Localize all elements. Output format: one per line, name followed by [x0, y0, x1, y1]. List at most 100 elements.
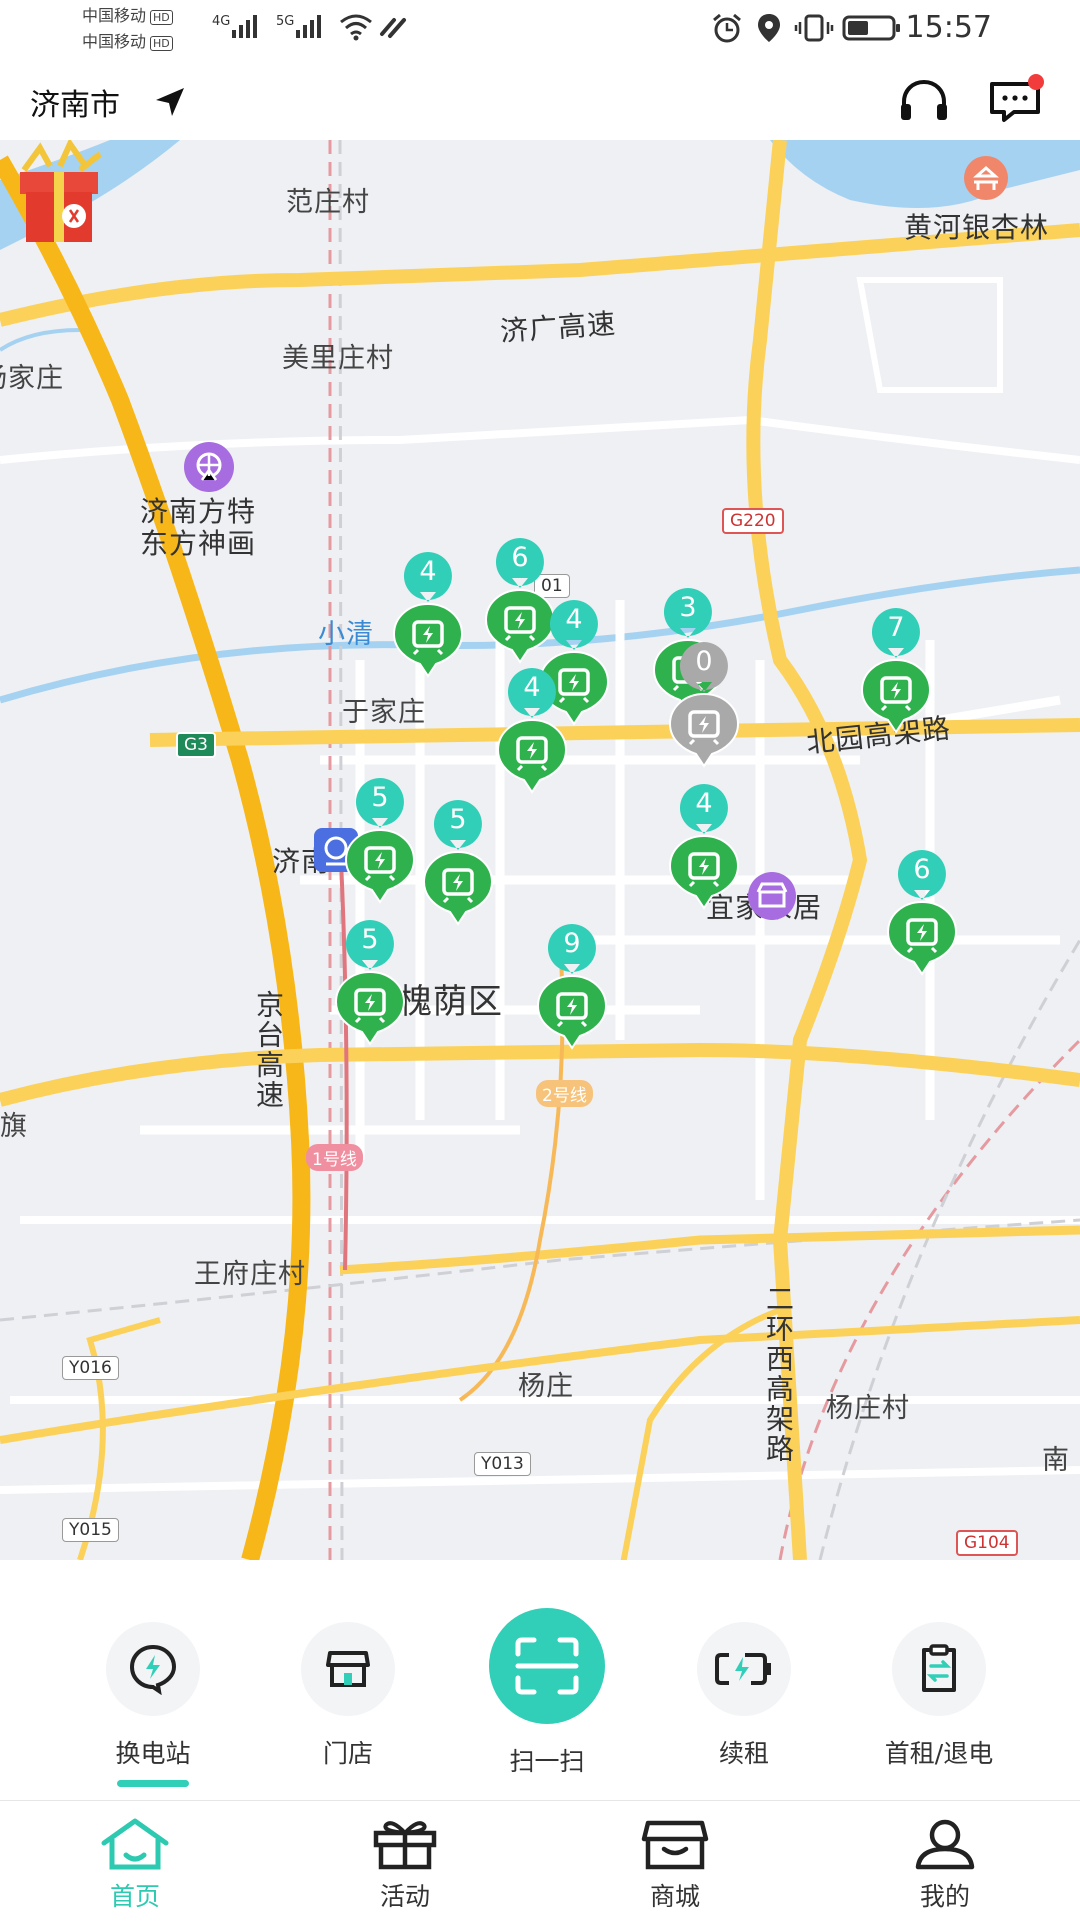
station-count: 4	[419, 556, 437, 587]
tab-mine[interactable]: 我的	[810, 1801, 1080, 1921]
station-count: 4	[565, 604, 583, 635]
station-count: 0	[695, 646, 713, 677]
scan-button[interactable]: 扫一扫	[472, 1608, 622, 1778]
amusement-park-poi-icon	[184, 442, 234, 492]
station-count: 4	[523, 672, 541, 703]
station-count: 6	[913, 854, 931, 885]
station-marker[interactable]: 4	[666, 782, 742, 912]
station-marker[interactable]: 5	[420, 798, 496, 928]
station-count-badge: 6	[490, 536, 550, 588]
message-icon[interactable]	[988, 74, 1048, 124]
map-view[interactable]: 范庄村 黄河银杏林 美里庄村 杨家庄 济广高速 济南方特 东方神画 小清 于家庄…	[0, 140, 1080, 1560]
map-label: 王府庄村	[194, 1259, 306, 1290]
location-icon	[758, 14, 780, 42]
station-count: 5	[371, 782, 389, 813]
station-count-badge: 4	[674, 782, 734, 834]
battery-charge-icon	[715, 1653, 771, 1685]
city-selector[interactable]: 济南市	[30, 80, 120, 124]
tab-home[interactable]: 首页	[0, 1801, 270, 1921]
quick-actions-panel: 换电站 门店 扫一扫 续租 首租/退电	[0, 1560, 1080, 1800]
map-label: 美里庄村	[282, 343, 394, 374]
map-label: 小清	[318, 619, 374, 650]
map-label: 范庄村	[286, 187, 370, 218]
network-4g: 4G	[212, 14, 231, 29]
station-count-badge: 3	[658, 586, 718, 638]
battery-swap-icon	[129, 1644, 177, 1695]
shop-icon	[641, 1820, 709, 1870]
first-rent-return-button[interactable]: 首租/退电	[864, 1622, 1014, 1770]
home-icon	[101, 1818, 169, 1870]
road-badge: Y015	[62, 1518, 119, 1542]
station-count-badge: 5	[428, 798, 488, 850]
station-count: 9	[563, 928, 581, 959]
station-count-badge: 6	[892, 848, 952, 900]
renew-button[interactable]: 续租	[669, 1622, 819, 1770]
clock: 15:57	[905, 10, 992, 45]
carrier-1: 中国移动 HD	[82, 6, 173, 26]
navigation-arrow-icon[interactable]	[152, 84, 188, 120]
app-header: 济南市	[0, 60, 1080, 140]
status-bar: 中国移动 HD 中国移动 HD 4G 5G 15:57	[0, 0, 1080, 60]
station-count-badge: 0	[674, 640, 734, 692]
metro-badge: 2号线	[536, 1080, 593, 1107]
map-label: 二环西高架路	[762, 1284, 795, 1464]
network-5g: 5G	[276, 14, 295, 29]
link-icon	[380, 18, 406, 38]
map-label: 杨家庄	[0, 363, 64, 394]
shopping-poi-icon	[748, 872, 796, 920]
gift-box-icon[interactable]	[0, 140, 118, 250]
station-marker[interactable]: 5	[332, 918, 408, 1048]
road-badge: G3	[176, 732, 216, 758]
signal-icon-2	[296, 14, 321, 38]
map-label: 京台高速	[252, 990, 285, 1110]
station-marker[interactable]: 6	[884, 848, 960, 978]
map-label: 于家庄	[342, 697, 426, 728]
station-count-badge: 5	[350, 776, 410, 828]
carrier-2: 中国移动 HD	[82, 32, 173, 52]
station-marker[interactable]: 7	[858, 606, 934, 736]
map-label: 济广高速	[499, 306, 618, 349]
clipboard-exchange-icon	[922, 1644, 956, 1692]
map-label: 黄河银杏林	[904, 211, 1050, 244]
map-label: 南	[1042, 1445, 1070, 1476]
station-count-badge: 5	[340, 918, 400, 970]
map-label: 槐荫区	[398, 982, 503, 1022]
road-badge: Y016	[62, 1356, 119, 1380]
tab-mall[interactable]: 商城	[540, 1801, 810, 1921]
station-marker[interactable]: 4	[494, 666, 570, 796]
station-count-badge: 9	[542, 922, 602, 974]
road-badge: Y013	[474, 1452, 531, 1476]
swap-station-button[interactable]: 换电站	[78, 1622, 228, 1787]
wifi-icon	[340, 14, 372, 41]
tab-activity[interactable]: 活动	[270, 1801, 540, 1921]
active-indicator	[117, 1780, 189, 1787]
station-count: 5	[449, 804, 467, 835]
road-badge: G104	[956, 1530, 1018, 1556]
user-icon	[915, 1819, 975, 1870]
station-count-badge: 4	[502, 666, 562, 718]
map-label: 旗	[0, 1111, 28, 1142]
station-marker[interactable]: 9	[534, 922, 610, 1052]
headset-icon[interactable]	[898, 78, 950, 124]
station-count-badge: 4	[398, 550, 458, 602]
map-label: 杨庄	[518, 1371, 574, 1402]
station-count: 3	[679, 592, 697, 623]
station-count: 4	[695, 788, 713, 819]
battery-icon	[842, 15, 900, 41]
station-marker[interactable]: 5	[342, 776, 418, 906]
vibrate-icon	[794, 14, 834, 42]
station-count: 5	[361, 924, 379, 955]
station-count: 7	[887, 612, 905, 643]
station-count: 6	[511, 542, 529, 573]
map-label: 杨庄村	[826, 1393, 910, 1424]
signal-icon	[232, 14, 257, 38]
station-marker[interactable]: 0	[666, 640, 742, 770]
store-button[interactable]: 门店	[273, 1622, 423, 1770]
bottom-tab-bar: 首页 活动 商城 我的	[0, 1800, 1080, 1921]
station-count-badge: 4	[544, 598, 604, 650]
station-marker[interactable]: 4	[390, 550, 466, 680]
alarm-icon	[713, 13, 741, 43]
map-label: 东方神画	[140, 527, 257, 560]
gift-icon	[373, 1821, 437, 1870]
road-badge: G220	[722, 508, 784, 534]
